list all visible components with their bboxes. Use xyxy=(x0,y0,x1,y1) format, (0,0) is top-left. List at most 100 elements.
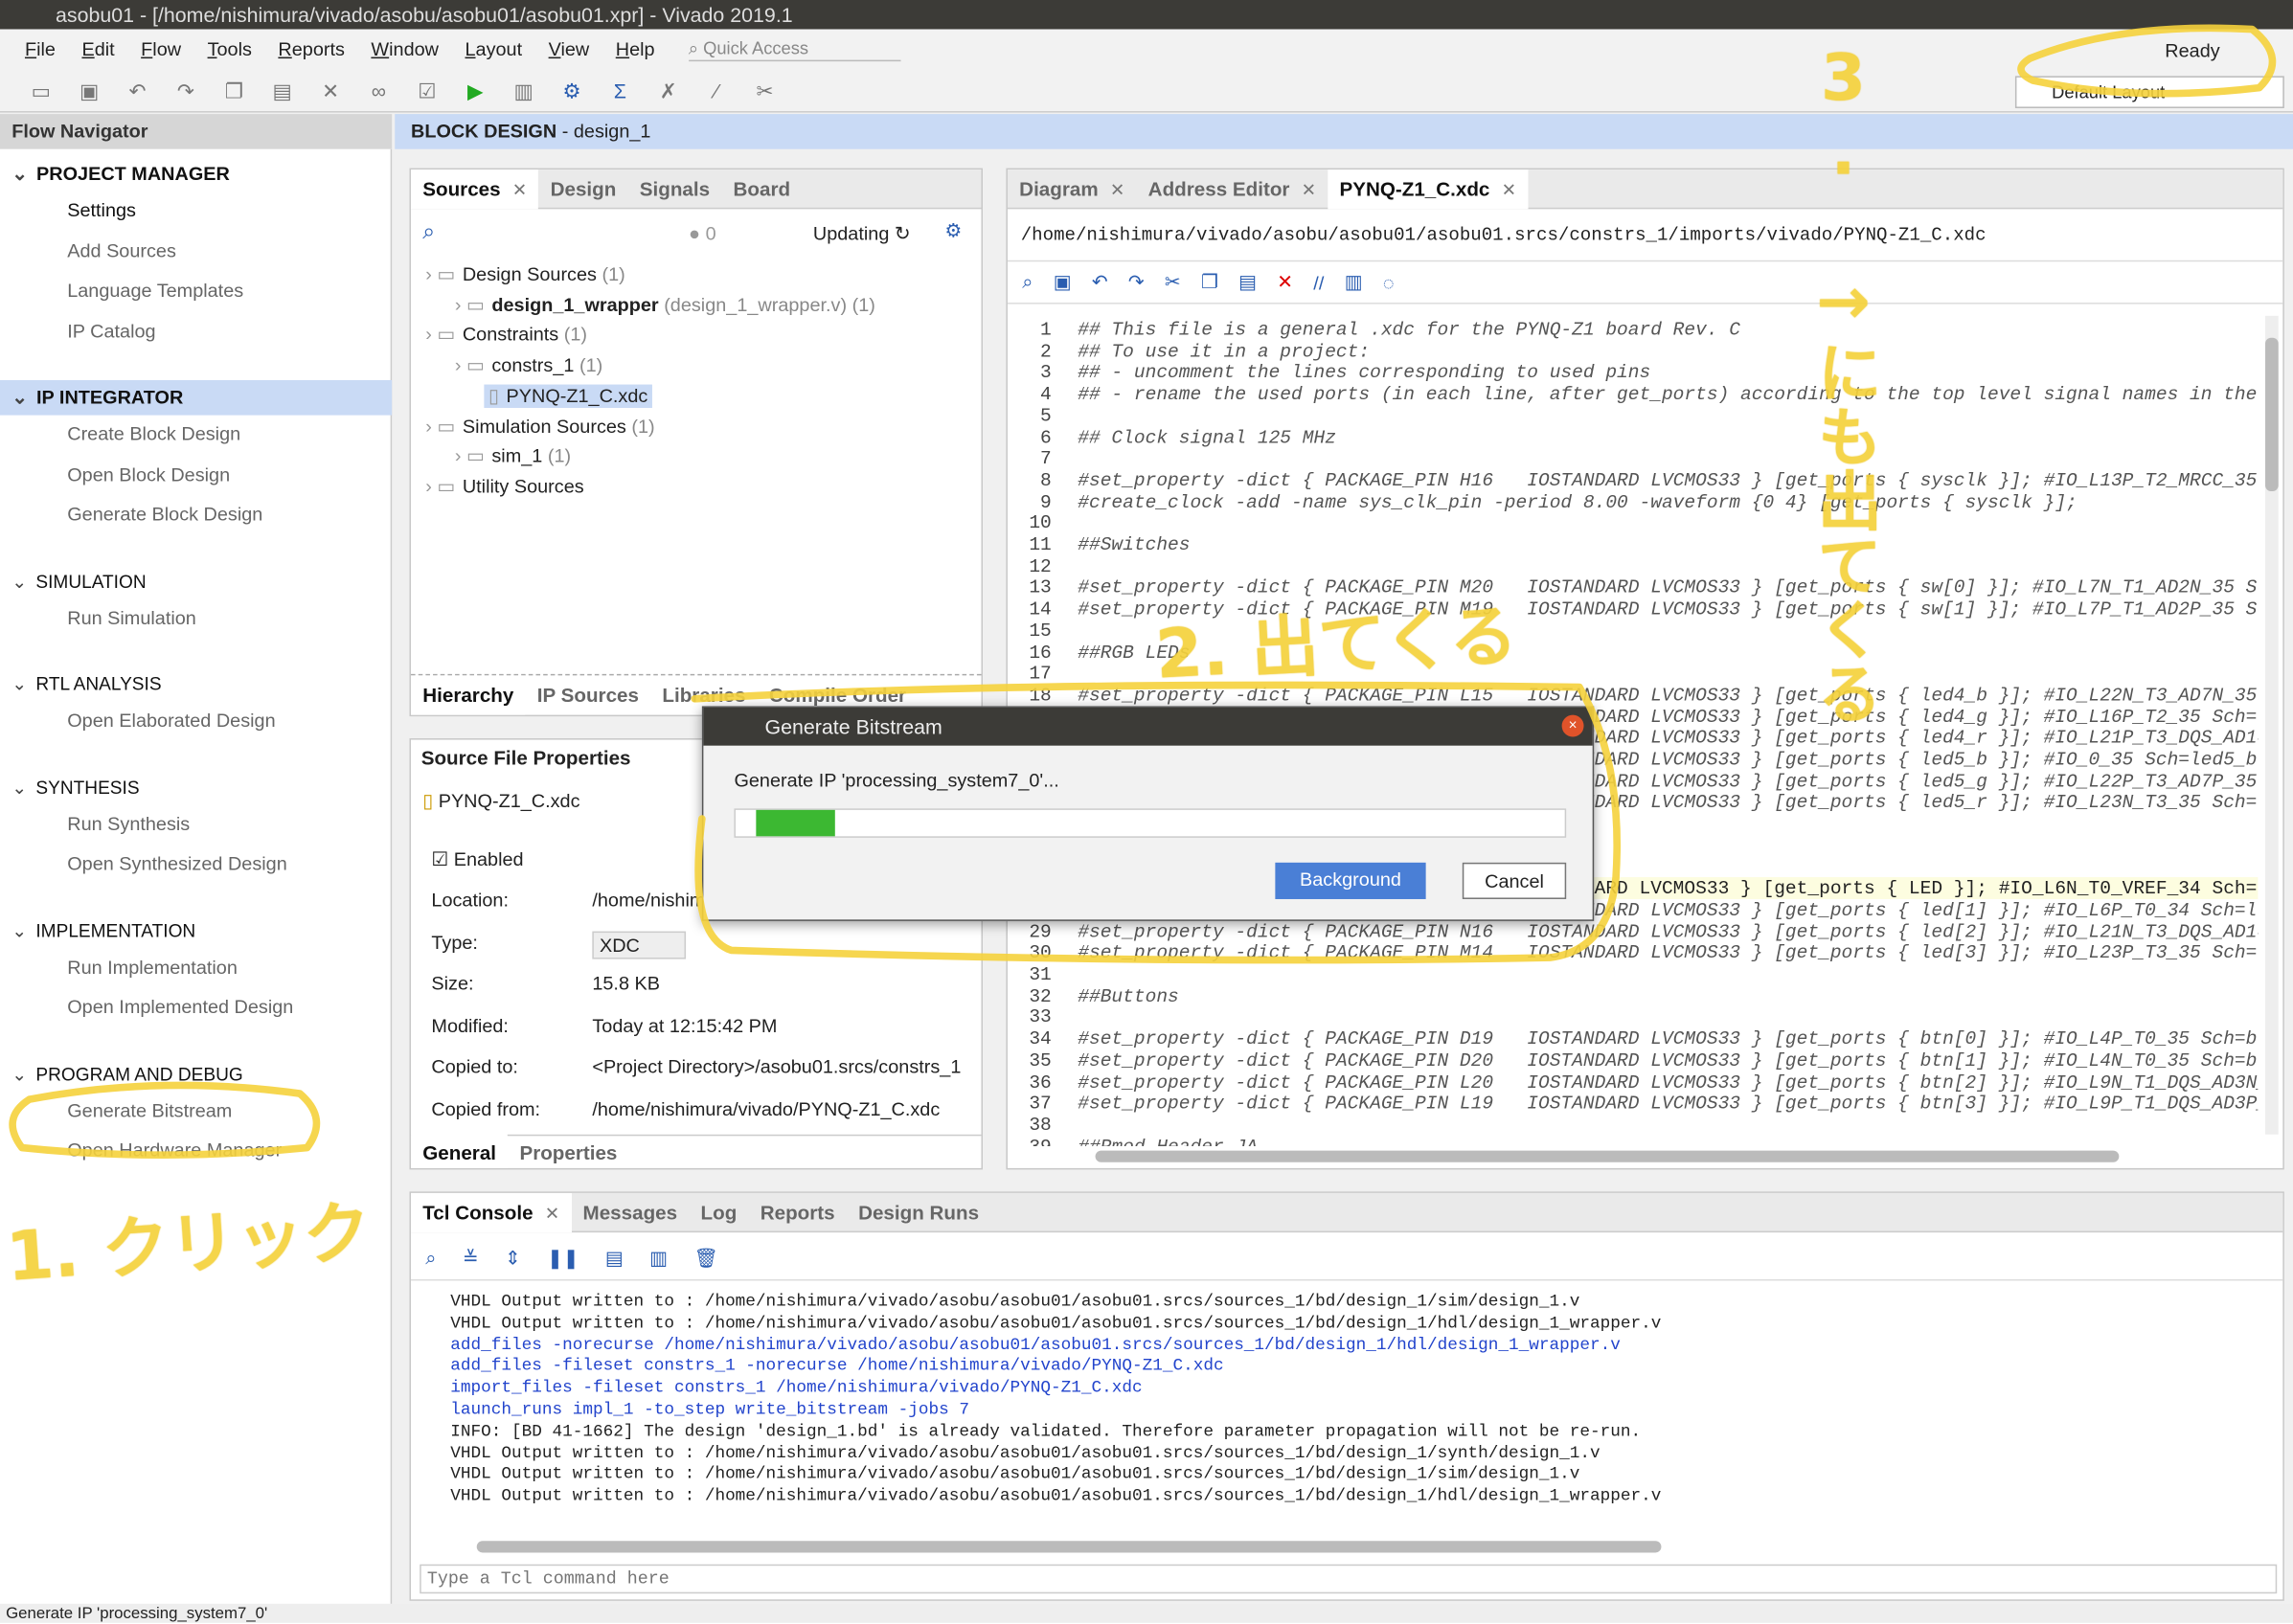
tab-sources[interactable]: Sources ✕ xyxy=(411,169,539,209)
nav-section-ip-integrator[interactable]: IP INTEGRATOR xyxy=(11,386,183,409)
undo-icon[interactable]: ↶ xyxy=(123,77,152,102)
stop-icon[interactable]: ▥ xyxy=(509,77,538,102)
layout-select[interactable]: Default Layout xyxy=(2014,76,2284,108)
cancel-icon[interactable]: ✗ xyxy=(653,77,683,102)
tab-pynq-z1-c-xdc[interactable]: PYNQ-Z1_C.xdc ✕ xyxy=(1328,169,1529,209)
quick-access-search[interactable]: ⌕ Quick Access xyxy=(688,37,901,61)
save-icon[interactable]: ▣ xyxy=(75,77,104,102)
copy-icon[interactable]: ▤ xyxy=(605,1247,624,1270)
nav-section-synthesis[interactable]: SYNTHESIS xyxy=(11,776,139,797)
settings-icon[interactable]: ⚙ xyxy=(557,77,587,102)
close-tab-icon[interactable]: ✕ xyxy=(1302,179,1316,199)
redo-icon[interactable]: ↷ xyxy=(1128,270,1145,293)
close-tab-icon[interactable]: ✕ xyxy=(1110,179,1124,199)
gear-icon[interactable]: ⚙ xyxy=(944,219,962,242)
tree-node[interactable]: › ▭ constrs_1 (1) xyxy=(455,354,602,377)
wand-icon[interactable]: ⁄ xyxy=(702,77,732,102)
tree-node[interactable]: ▯ PYNQ-Z1_C.xdc xyxy=(484,384,652,408)
search-icon[interactable]: ⌕ xyxy=(422,219,435,244)
tree-node[interactable]: › ▭ Simulation Sources (1) xyxy=(425,415,654,438)
close-icon[interactable]: × xyxy=(1561,714,1584,737)
nav-item-run-simulation[interactable]: Run Simulation xyxy=(67,606,196,628)
collapse-all-icon[interactable]: ≚ xyxy=(463,1247,479,1270)
tree-node[interactable]: › ▭ Constraints (1) xyxy=(425,324,587,347)
paste-icon[interactable]: ▤ xyxy=(267,77,297,102)
horizontal-scrollbar[interactable] xyxy=(1095,1150,2120,1162)
copy-icon[interactable]: ❐ xyxy=(219,77,249,102)
tab-signals[interactable]: Signals xyxy=(628,169,722,208)
nav-item-language-templates[interactable]: Language Templates xyxy=(67,280,243,302)
nav-item-generate-bitstream[interactable]: Generate Bitstream xyxy=(67,1098,232,1120)
menu-window[interactable]: Window xyxy=(371,38,439,60)
bulb-icon[interactable]: ◌ xyxy=(1383,271,1395,293)
enabled-checkbox[interactable]: ☑ Enabled xyxy=(431,848,523,871)
pause-icon[interactable]: ❚❚ xyxy=(547,1247,579,1270)
nav-item-settings[interactable]: Settings xyxy=(67,199,136,221)
delete-icon[interactable]: ✕ xyxy=(1277,270,1293,293)
link-icon[interactable]: ∞ xyxy=(364,77,394,102)
tree-node[interactable]: › ▭ Utility Sources xyxy=(425,475,583,498)
menu-edit[interactable]: Edit xyxy=(81,38,114,60)
tab-reports[interactable]: Reports xyxy=(749,1193,847,1231)
tab-ip-sources[interactable]: IP Sources xyxy=(526,675,651,714)
nav-item-open-hardware-manager[interactable]: Open Hardware Manager xyxy=(67,1139,282,1161)
tab-address-editor[interactable]: Address Editor ✕ xyxy=(1136,169,1328,208)
nav-section-implementation[interactable]: IMPLEMENTATION xyxy=(11,919,195,940)
tab-design[interactable]: Design xyxy=(538,169,627,208)
menu-view[interactable]: View xyxy=(549,38,590,60)
undo-icon[interactable]: ↶ xyxy=(1092,270,1108,293)
comment-icon[interactable]: // xyxy=(1313,271,1324,293)
nav-section-program-and-debug[interactable]: PROGRAM AND DEBUG xyxy=(11,1062,242,1084)
tab-tcl-console[interactable]: Tcl Console ✕ xyxy=(411,1192,572,1232)
menu-help[interactable]: Help xyxy=(616,38,655,60)
save-icon[interactable]: ▣ xyxy=(1054,270,1072,293)
search-icon[interactable]: ⌕ xyxy=(425,1247,436,1270)
nav-item-add-sources[interactable]: Add Sources xyxy=(67,239,176,261)
tree-node[interactable]: › ▭ design_1_wrapper (design_1_wrapper.v)… xyxy=(455,293,875,316)
property-value[interactable]: XDC xyxy=(592,930,687,959)
console-scrollbar[interactable] xyxy=(476,1541,1662,1553)
nav-section-rtl-analysis[interactable]: RTL ANALYSIS xyxy=(11,672,161,694)
tab-board[interactable]: Board xyxy=(721,169,802,208)
tab-hierarchy[interactable]: Hierarchy xyxy=(411,675,526,715)
menu-tools[interactable]: Tools xyxy=(208,38,252,60)
columns-icon[interactable]: ▥ xyxy=(1345,270,1363,293)
tree-node[interactable]: › ▭ Design Sources (1) xyxy=(425,263,624,286)
tab-log[interactable]: Log xyxy=(689,1193,748,1231)
close-tab-icon[interactable]: ✕ xyxy=(545,1203,559,1223)
menu-flow[interactable]: Flow xyxy=(141,38,181,60)
nav-item-run-implementation[interactable]: Run Implementation xyxy=(67,956,238,978)
nav-item-open-synthesized-design[interactable]: Open Synthesized Design xyxy=(67,852,286,874)
menu-file[interactable]: File xyxy=(25,38,56,60)
nav-item-open-block-design[interactable]: Open Block Design xyxy=(67,462,230,485)
tab-diagram[interactable]: Diagram ✕ xyxy=(1008,169,1137,208)
nav-item-open-implemented-design[interactable]: Open Implemented Design xyxy=(67,996,293,1018)
copy-icon[interactable]: ❐ xyxy=(1201,270,1218,293)
open-project-icon[interactable]: ▭ xyxy=(26,77,56,102)
pin-icon[interactable]: ✂ xyxy=(750,77,780,102)
nav-item-create-block-design[interactable]: Create Block Design xyxy=(67,422,240,444)
tab-general[interactable]: General xyxy=(411,1133,509,1168)
sigma-icon[interactable]: Σ xyxy=(605,77,635,102)
search-icon[interactable]: ⌕ xyxy=(1022,270,1033,293)
nav-item-open-elaborated-design[interactable]: Open Elaborated Design xyxy=(67,709,275,731)
columns-icon[interactable]: ▥ xyxy=(649,1247,668,1270)
nav-item-ip-catalog[interactable]: IP Catalog xyxy=(67,320,155,342)
tab-properties[interactable]: Properties xyxy=(508,1133,628,1168)
check-icon[interactable]: ☑ xyxy=(413,77,443,102)
menu-layout[interactable]: Layout xyxy=(465,38,522,60)
run-icon[interactable]: ▶ xyxy=(461,77,490,102)
nav-item-generate-block-design[interactable]: Generate Block Design xyxy=(67,503,262,525)
tcl-command-input[interactable] xyxy=(420,1564,2278,1594)
nav-item-run-synthesis[interactable]: Run Synthesis xyxy=(67,812,190,834)
background-button[interactable]: Background xyxy=(1275,862,1426,899)
tab-design-runs[interactable]: Design Runs xyxy=(847,1193,990,1231)
cancel-button[interactable]: Cancel xyxy=(1462,862,1567,899)
expand-all-icon[interactable]: ⇕ xyxy=(505,1247,521,1270)
trash-icon[interactable]: 🗑 xyxy=(693,1247,717,1270)
vertical-scrollbar[interactable] xyxy=(2265,315,2279,1135)
tab-messages[interactable]: Messages xyxy=(571,1193,689,1231)
delete-icon[interactable]: ✕ xyxy=(316,77,346,102)
nav-section-project-manager[interactable]: PROJECT MANAGER xyxy=(11,162,230,185)
close-tab-icon[interactable]: ✕ xyxy=(512,179,527,199)
